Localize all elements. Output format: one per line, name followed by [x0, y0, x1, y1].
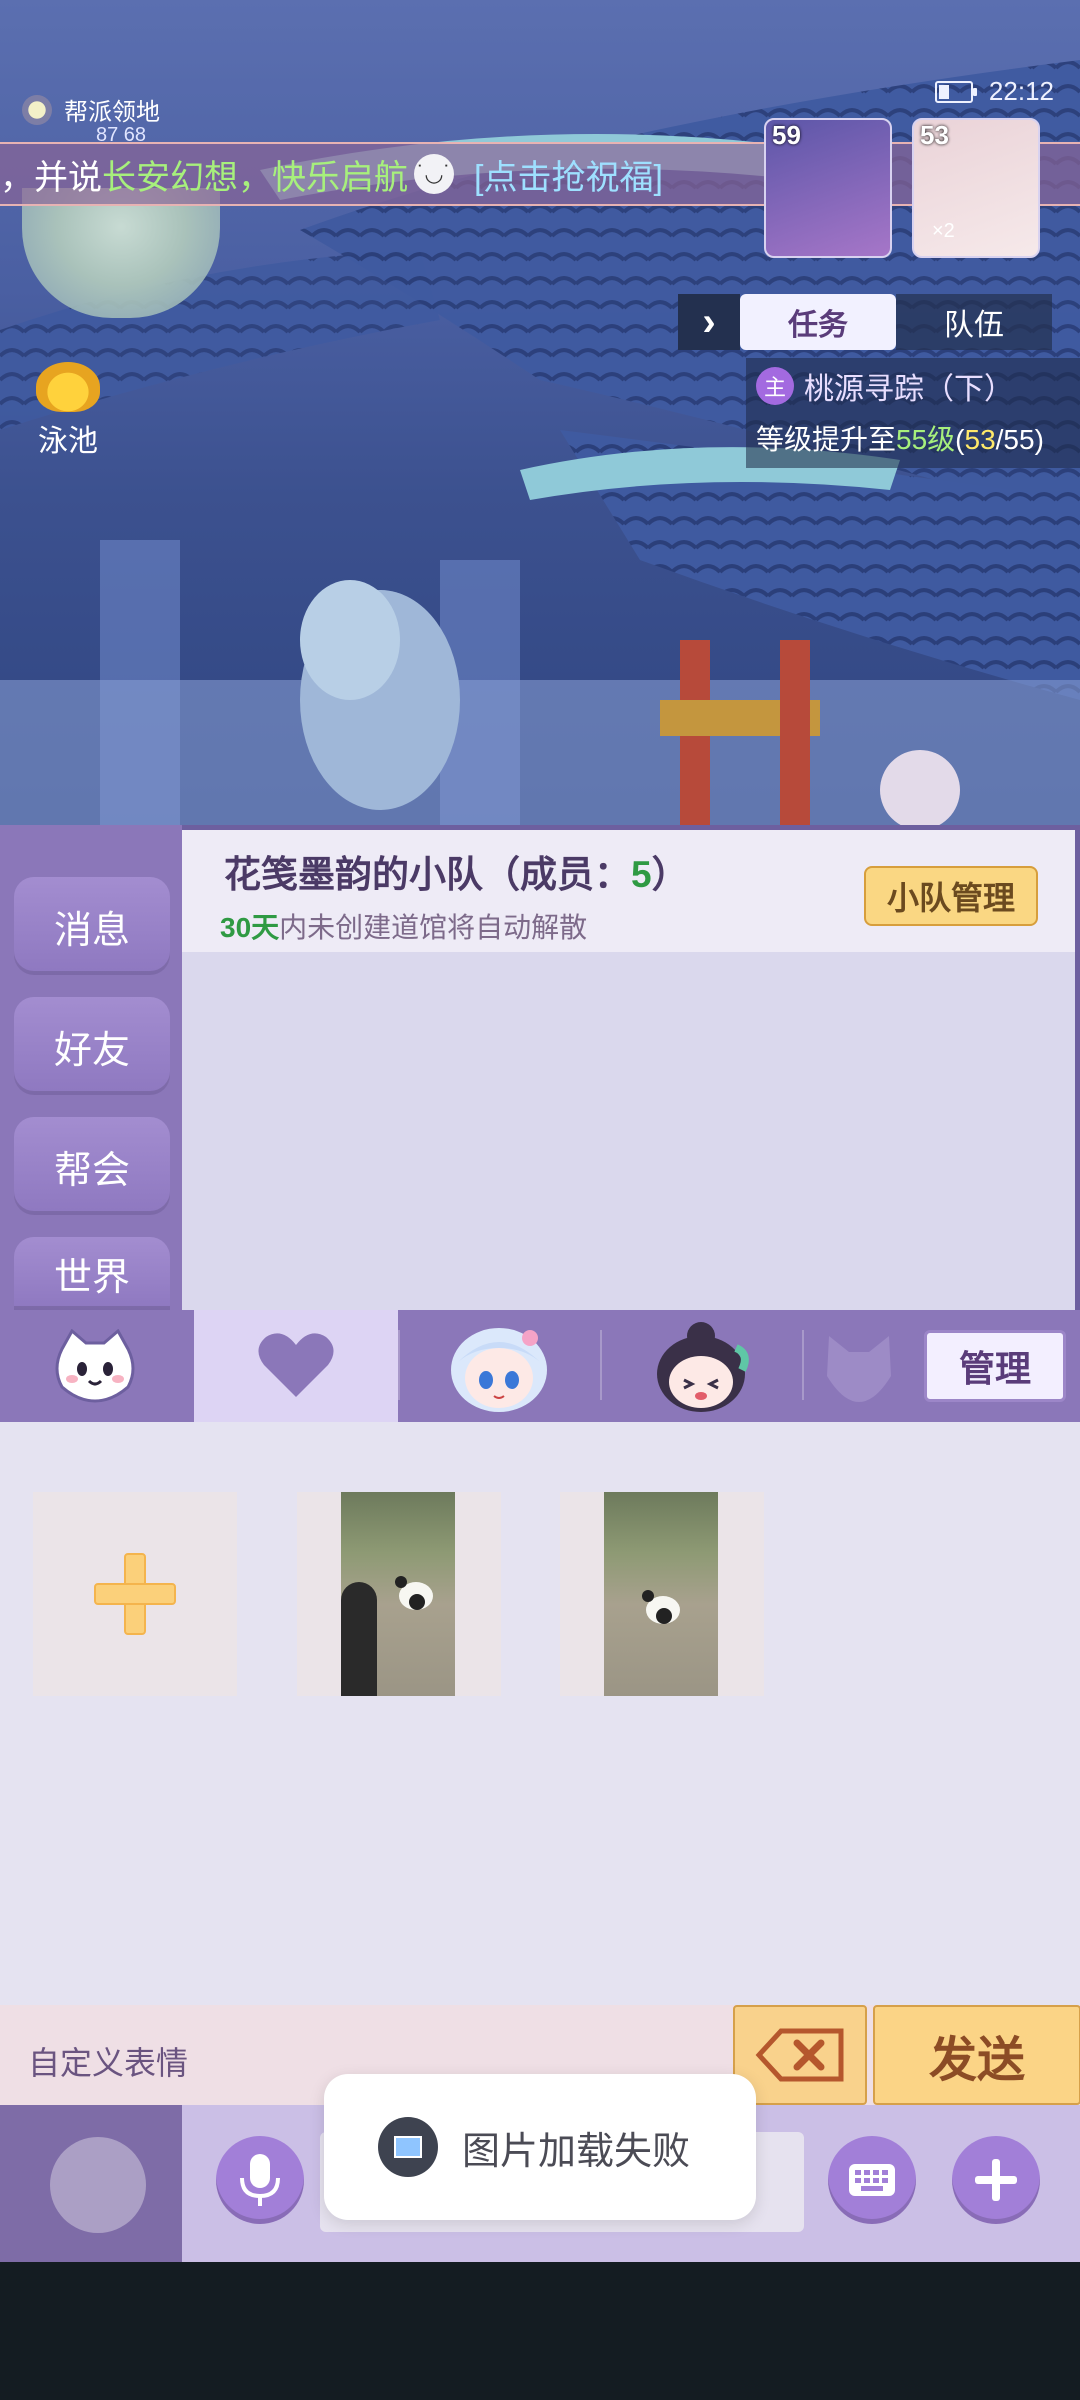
sticker-manage-button[interactable]: 管理 — [924, 1330, 1066, 1402]
keyboard-button[interactable] — [828, 2136, 916, 2224]
avatar-level: 53 — [920, 120, 949, 150]
send-button[interactable]: 发送 — [873, 2005, 1080, 2105]
tab-tasks[interactable]: 任务 — [740, 294, 896, 350]
tab-fox-stickers[interactable] — [804, 1310, 914, 1422]
microphone-icon — [240, 2154, 280, 2206]
main-quest-badge: 主 — [756, 367, 794, 405]
clock: 22:12 — [988, 76, 1054, 106]
image-icon — [378, 2117, 438, 2177]
backspace-icon — [755, 2028, 844, 2082]
ghost-icon: ˙◡˙ — [414, 154, 454, 194]
cat-face-icon — [55, 1329, 135, 1403]
panda-photo — [604, 1492, 718, 1696]
toast-text: 图片加载失败 — [462, 2130, 691, 2173]
avatar-card-1[interactable]: 59 — [764, 118, 892, 258]
banner-prefix: ，并说 — [0, 158, 102, 197]
task-description: 等级提升至55级(53/55) — [756, 424, 1044, 455]
plus-icon — [94, 1553, 176, 1635]
sidebar-item-friends[interactable]: 好友 — [14, 997, 170, 1095]
pool-icon — [36, 362, 100, 412]
sticker-panda-photo-2[interactable] — [560, 1492, 764, 1696]
banner-link[interactable]: [点击抢祝福] — [474, 150, 663, 199]
toast-message: 图片加载失败 — [324, 2074, 756, 2220]
avatar-level: 59 — [772, 120, 801, 150]
tab-girl-stickers[interactable] — [400, 1310, 598, 1422]
avatar-count: ×2 — [932, 220, 955, 242]
chat-sidebar: 消息 好友 帮会 世界 — [0, 825, 182, 1310]
sidebar-item-world[interactable]: 世界 — [14, 1237, 170, 1310]
collapse-arrow-icon[interactable]: › — [678, 294, 740, 350]
sidebar-item-guild[interactable]: 帮会 — [14, 1117, 170, 1215]
team-title: 花笺墨韵的小队（成员：5） — [224, 854, 689, 895]
task-tabs: › 任务 队伍 — [678, 294, 1052, 350]
heart-icon — [258, 1333, 334, 1397]
task-title-row: 主 桃源寻踪（下） — [756, 364, 1070, 408]
sidebar-item-messages[interactable]: 消息 — [14, 877, 170, 975]
avatar-card-2[interactable]: 53 ×2 — [912, 118, 1040, 258]
sun-icon — [22, 94, 52, 125]
tab-favorites[interactable] — [194, 1310, 398, 1422]
sticker-panda-photo-1[interactable] — [297, 1492, 501, 1696]
add-sticker-button[interactable] — [33, 1492, 237, 1696]
moon-decoration — [50, 2137, 146, 2233]
pool-button[interactable]: 泳池 — [26, 362, 110, 460]
pool-label: 泳池 — [38, 425, 98, 458]
custom-stickers-label: 自定义表情 — [28, 2045, 189, 2081]
task-title: 桃源寻踪（下） — [804, 373, 1014, 406]
plus-icon — [975, 2159, 1017, 2201]
team-manage-button[interactable]: 小队管理 — [864, 866, 1038, 926]
status-bar: 22:12 — [934, 76, 1054, 107]
banner-green-text: 长安幻想，快乐启航 — [102, 158, 408, 197]
keyboard-icon — [849, 2164, 895, 2196]
tab-team[interactable]: 队伍 — [896, 294, 1052, 350]
girl-avatar-icon — [451, 1328, 547, 1412]
more-button[interactable] — [952, 2136, 1040, 2224]
battery-icon — [934, 80, 977, 103]
guild-label: 帮派领地 — [64, 99, 160, 126]
input-bar-left — [0, 2105, 182, 2262]
screen-bottom — [0, 2262, 1080, 2400]
team-note: 30天内未创建道馆将自动解散 — [220, 912, 588, 943]
task-panel[interactable]: 主 桃源寻踪（下） 等级提升至55级(53/55) — [746, 358, 1080, 468]
panda-photo — [341, 1492, 455, 1696]
voice-button[interactable] — [216, 2136, 304, 2224]
tab-bun-girl-stickers[interactable] — [602, 1310, 800, 1422]
tab-cat-stickers[interactable] — [0, 1310, 190, 1422]
fox-mask-icon — [827, 1336, 891, 1402]
location-label[interactable]: 帮派领地 — [22, 92, 160, 127]
bun-girl-avatar-icon — [657, 1322, 749, 1412]
